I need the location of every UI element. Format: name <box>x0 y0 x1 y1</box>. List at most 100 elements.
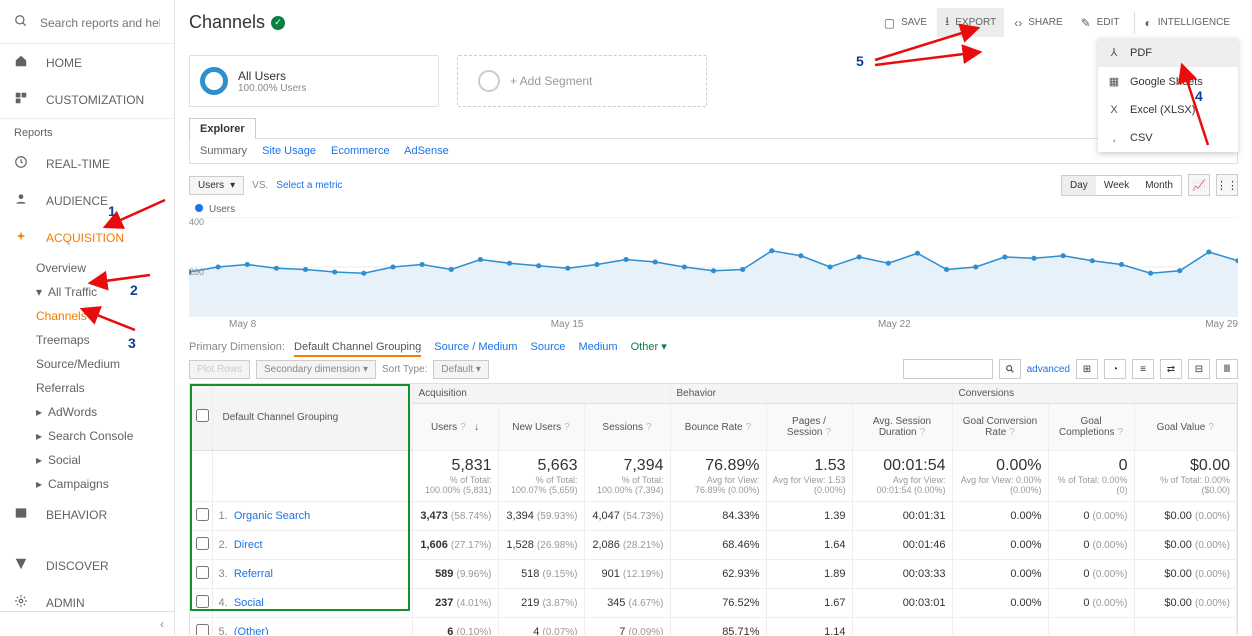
page-title: Channels ✓ <box>185 12 285 33</box>
sidebar-acq-sourcemedium[interactable]: Source/Medium <box>0 352 174 376</box>
table-row[interactable]: 4. Social 237 (4.01%) 219 (3.87%) 345 (4… <box>190 589 1237 618</box>
dim-default[interactable]: Default Channel Grouping <box>294 341 421 357</box>
period-month[interactable]: Month <box>1137 176 1181 195</box>
sidebar-discover[interactable]: DISCOVER <box>0 547 174 584</box>
dim-source-medium[interactable]: Source / Medium <box>434 341 517 353</box>
table-row[interactable]: 5. (Other) 6 (0.10%) 4 (0.07%) 7 (0.09%)… <box>190 618 1237 636</box>
sidebar-acq-adwords[interactable]: ▸AdWords <box>0 400 174 424</box>
col-users[interactable]: Users? ↓ <box>412 404 498 451</box>
sidebar-acquisition[interactable]: ACQUISITION <box>0 219 174 256</box>
view-pie-icon[interactable]: ◔ <box>1104 359 1126 379</box>
row-name-link[interactable]: Social <box>234 597 264 609</box>
period-day[interactable]: Day <box>1062 176 1096 195</box>
chart-type-line[interactable]: 📈 <box>1188 174 1210 196</box>
row-name-link[interactable]: Organic Search <box>234 510 310 522</box>
chart-xaxis: May 8May 15May 22May 29 <box>189 317 1238 330</box>
sidebar-acq-campaigns[interactable]: ▸Campaigns <box>0 472 174 496</box>
sidebar-acq-referrals[interactable]: Referrals <box>0 376 174 400</box>
view-comp-icon[interactable]: ⇄ <box>1160 359 1182 379</box>
export-sheets[interactable]: ▦Google Sheets <box>1098 67 1238 96</box>
col-gv[interactable]: Goal Value? <box>1134 404 1236 451</box>
main: Channels ✓ ▢SAVE ⭳EXPORT ‹›SHARE ✎EDIT ◐… <box>175 0 1252 635</box>
edit-button[interactable]: ✎EDIT <box>1073 12 1128 34</box>
table-row[interactable]: 3. Referral 589 (9.96%) 518 (9.15%) 901 … <box>190 560 1237 589</box>
sort-type-select[interactable]: Default ▾ <box>433 360 489 379</box>
export-csv[interactable]: ,CSV <box>1098 124 1238 152</box>
sidebar-home[interactable]: HOME <box>0 44 174 81</box>
person-icon <box>14 192 34 209</box>
view-table-icon[interactable]: ⊞ <box>1076 359 1098 379</box>
sidebar-search[interactable] <box>0 8 174 44</box>
row-name-link[interactable]: Direct <box>234 539 263 551</box>
row-name-link[interactable]: Referral <box>234 568 273 580</box>
subtab-ecommerce[interactable]: Ecommerce <box>331 145 390 157</box>
col-dcg[interactable]: Default Channel Grouping <box>212 384 412 451</box>
sidebar-realtime-label: REAL-TIME <box>46 157 110 171</box>
col-new-users[interactable]: New Users? <box>498 404 584 451</box>
export-button[interactable]: ⭳EXPORT <box>937 8 1004 37</box>
metric-select[interactable]: Users▾ <box>189 176 244 195</box>
sidebar-home-label: HOME <box>46 56 82 70</box>
add-segment[interactable]: + Add Segment <box>457 55 707 107</box>
view-perf-icon[interactable]: ≡ <box>1132 359 1154 379</box>
col-gcr[interactable]: Goal Conversion Rate? <box>952 404 1048 451</box>
dim-other[interactable]: Other ▾ <box>631 341 667 353</box>
plot-rows-btn[interactable]: Plot Rows <box>189 360 250 379</box>
sidebar-admin-label: ADMIN <box>46 596 85 610</box>
table-search-btn[interactable] <box>999 359 1021 379</box>
table-row[interactable]: 2. Direct 1,606 (27.17%) 1,528 (26.98%) … <box>190 531 1237 560</box>
sidebar-realtime[interactable]: REAL-TIME <box>0 145 174 182</box>
line-chart <box>189 217 1238 317</box>
select-metric-link[interactable]: Select a metric <box>276 180 342 191</box>
sidebar-customization[interactable]: CUSTOMIZATION <box>0 81 174 119</box>
chart-type-motion[interactable]: ⋮⋮ <box>1216 174 1238 196</box>
row-checkbox[interactable] <box>196 508 209 521</box>
sidebar-acq-treemaps[interactable]: Treemaps <box>0 328 174 352</box>
row-checkbox[interactable] <box>196 566 209 579</box>
table-row[interactable]: 1. Organic Search 3,473 (58.74%) 3,394 (… <box>190 502 1237 531</box>
row-checkbox[interactable] <box>196 624 209 635</box>
intelligence-button[interactable]: ◐INTELLIGENCE <box>1134 12 1239 34</box>
share-button[interactable]: ‹›SHARE <box>1006 12 1070 34</box>
sidebar-behavior[interactable]: BEHAVIOR <box>0 496 174 533</box>
dim-medium[interactable]: Medium <box>578 341 617 353</box>
legend-dot-icon <box>195 204 203 212</box>
export-pdf[interactable]: ⅄PDF <box>1098 38 1238 67</box>
segment-all-users[interactable]: All Users 100.00% Users <box>189 55 439 107</box>
advanced-link[interactable]: advanced <box>1027 364 1070 375</box>
sidebar-acq-social[interactable]: ▸Social <box>0 448 174 472</box>
period-week[interactable]: Week <box>1096 176 1137 195</box>
table-search-input[interactable] <box>903 359 993 379</box>
view-pivot-icon[interactable]: ⊟ <box>1188 359 1210 379</box>
tab-explorer[interactable]: Explorer <box>189 118 256 139</box>
sidebar-acq-channels[interactable]: Channels <box>0 304 174 328</box>
select-all-checkbox[interactable] <box>196 409 209 422</box>
subtab-summary[interactable]: Summary <box>200 145 247 157</box>
export-xlsx[interactable]: XExcel (XLSX) <box>1098 96 1238 124</box>
sidebar-acq-alltraffic[interactable]: ▾All Traffic <box>0 280 174 304</box>
col-bounce[interactable]: Bounce Rate? <box>670 404 766 451</box>
sidebar-collapse[interactable]: ‹ <box>0 611 174 635</box>
subtab-site-usage[interactable]: Site Usage <box>262 145 316 157</box>
row-checkbox[interactable] <box>196 537 209 550</box>
col-sessions[interactable]: Sessions? <box>584 404 670 451</box>
row-name-link[interactable]: (Other) <box>234 626 269 635</box>
row-checkbox[interactable] <box>196 595 209 608</box>
secondary-dimension-btn[interactable]: Secondary dimension ▾ <box>256 360 376 379</box>
sidebar-audience[interactable]: AUDIENCE <box>0 182 174 219</box>
top-actions: ▢SAVE ⭳EXPORT ‹›SHARE ✎EDIT ◐INTELLIGENC… <box>876 8 1238 37</box>
subtab-adsense[interactable]: AdSense <box>404 145 449 157</box>
sidebar-customization-label: CUSTOMIZATION <box>46 93 144 107</box>
search-input[interactable] <box>40 16 160 30</box>
discover-icon <box>14 557 34 574</box>
sidebar-discover-label: DISCOVER <box>46 559 109 573</box>
col-gc[interactable]: Goal Completions? <box>1048 404 1134 451</box>
dim-source[interactable]: Source <box>531 341 566 353</box>
save-button[interactable]: ▢SAVE <box>876 12 935 34</box>
vs-label: VS. <box>252 180 268 191</box>
view-extra-icon[interactable]: Ⅲ <box>1216 359 1238 379</box>
col-asd[interactable]: Avg. Session Duration? <box>852 404 952 451</box>
sidebar-acq-searchconsole[interactable]: ▸Search Console <box>0 424 174 448</box>
col-pps[interactable]: Pages / Session? <box>766 404 852 451</box>
sidebar-acq-overview[interactable]: Overview <box>0 256 174 280</box>
